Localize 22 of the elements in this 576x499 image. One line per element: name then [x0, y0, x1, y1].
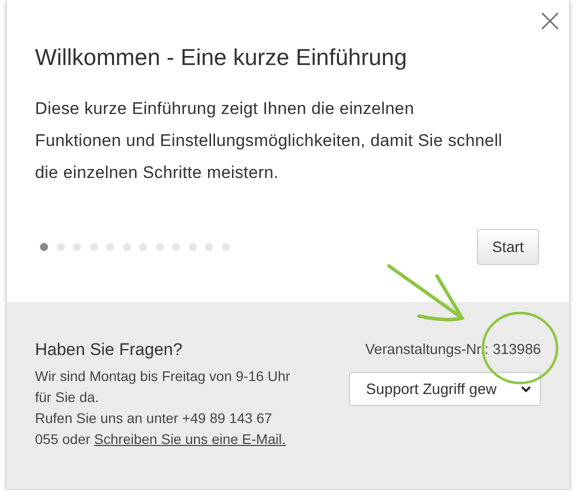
step-dot[interactable] — [73, 243, 81, 251]
hours-text: Wir sind Montag bis Freitag von 9-16 Uhr für Sie da. — [35, 367, 292, 407]
step-dot[interactable] — [188, 243, 196, 251]
step-dot[interactable] — [156, 243, 164, 251]
step-dot[interactable] — [122, 243, 130, 251]
step-dot[interactable] — [56, 243, 64, 251]
step-dot[interactable] — [40, 243, 48, 251]
step-dot[interactable] — [222, 243, 230, 251]
dialog-title: Willkommen - Eine kurze Einführung — [35, 44, 408, 71]
step-dot[interactable] — [172, 243, 180, 251]
start-button[interactable]: Start — [477, 229, 539, 265]
close-button[interactable] — [539, 10, 561, 32]
intro-text: Diese kurze Einführung zeigt Ihnen die einzelnen Funktionen und Einstellungsmöglichkeiten, damit Sie schnell die einzelnen Schritte meistern. — [35, 98, 504, 184]
step-dot[interactable] — [106, 243, 114, 251]
step-dot[interactable] — [90, 243, 98, 251]
contact-text: Rufen Sie uns an unter +49 89 143 67 055 oder Schreiben Sie uns eine E-Mail. — [35, 409, 287, 449]
step-dot[interactable] — [139, 243, 147, 251]
support-select[interactable]: Support Zugriff gew — [349, 372, 541, 406]
email-link[interactable]: Schreiben Sie uns eine E-Mail. — [94, 431, 286, 447]
help-heading: Haben Sie Fragen? — [35, 340, 184, 360]
step-dot[interactable] — [205, 243, 213, 251]
close-icon — [539, 10, 561, 32]
